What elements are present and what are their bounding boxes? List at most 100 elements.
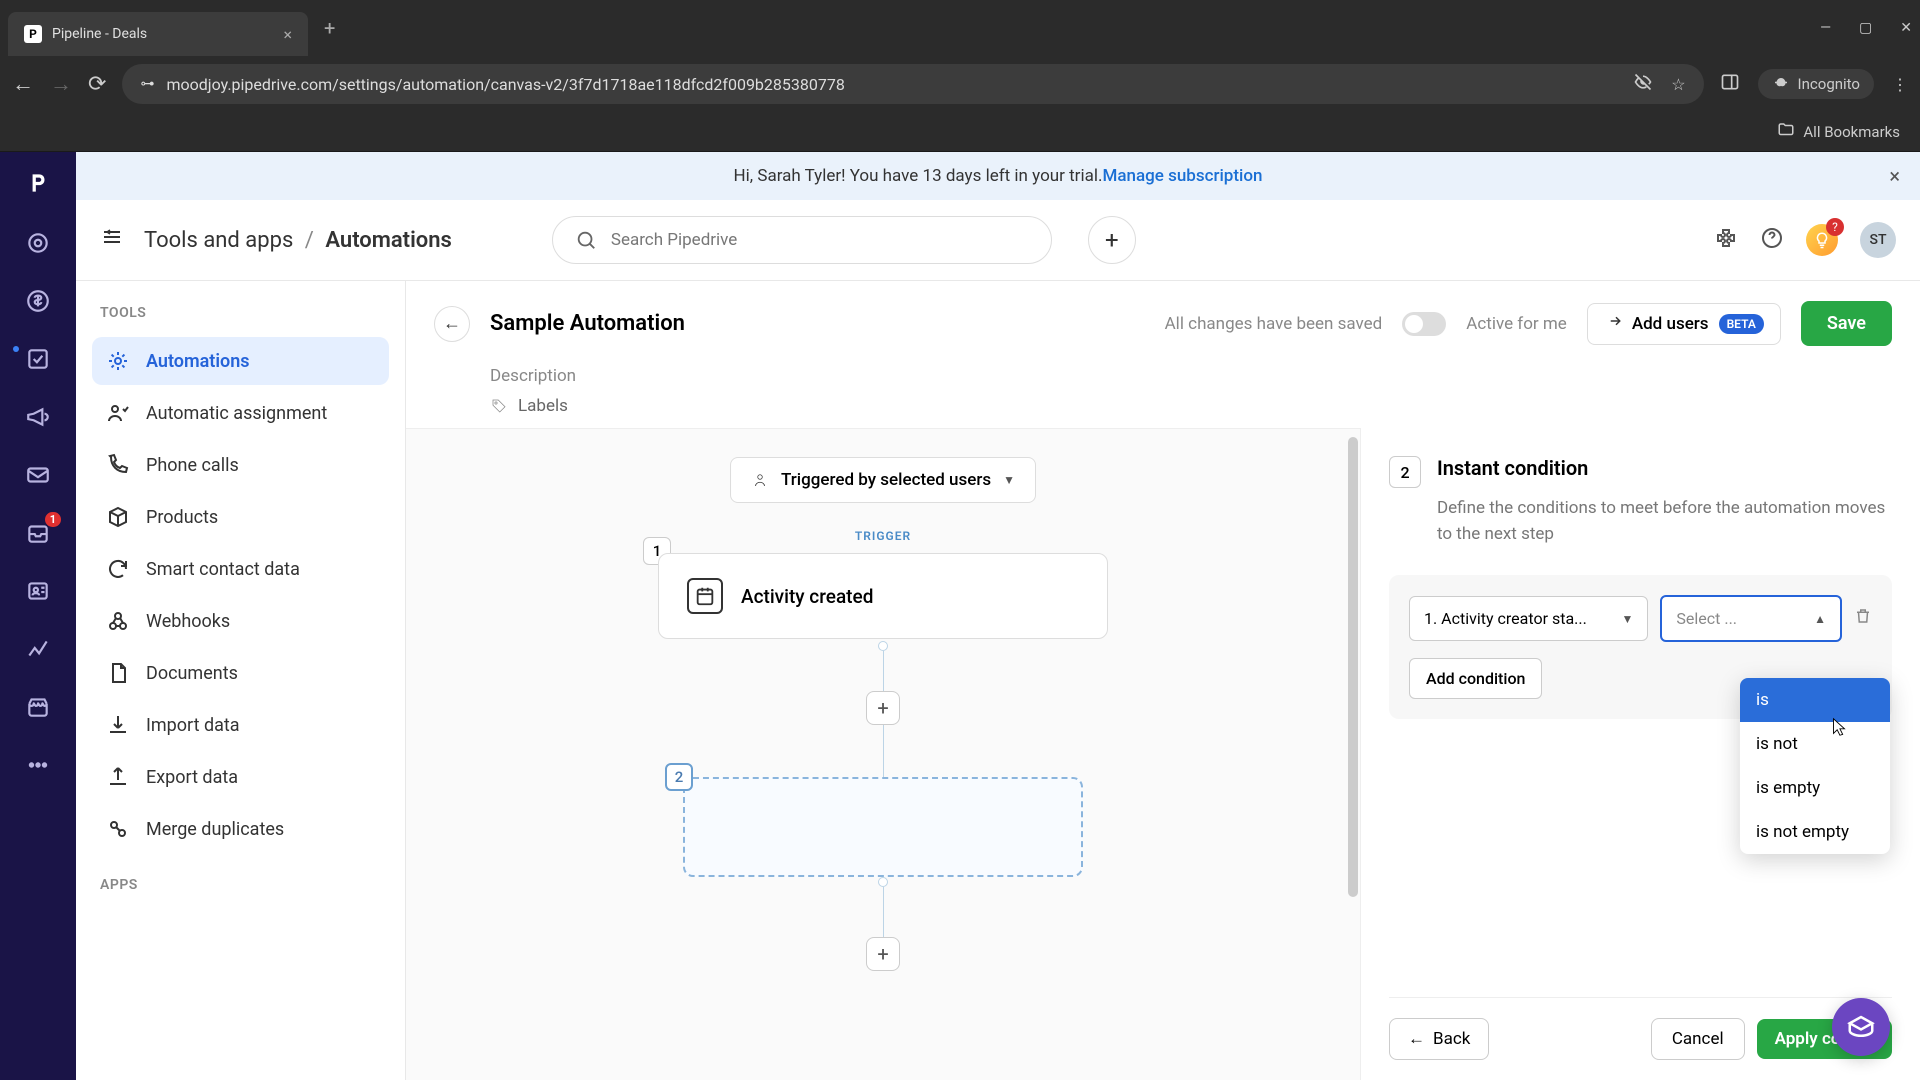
- browser-tab[interactable]: P Pipeline - Deals ×: [8, 12, 308, 56]
- sidebar-item-auto-assignment[interactable]: Automatic assignment: [92, 389, 389, 437]
- incognito-label: Incognito: [1798, 75, 1860, 93]
- site-info-icon[interactable]: ⊶: [140, 76, 154, 92]
- banner-text: Hi, Sarah Tyler! You have 13 days left i…: [734, 166, 1103, 186]
- labels-text: Labels: [518, 396, 568, 416]
- bookmark-star-icon[interactable]: ☆: [1671, 75, 1685, 94]
- maximize-icon[interactable]: ▢: [1859, 20, 1872, 36]
- sidebar-item-products[interactable]: Products: [92, 493, 389, 541]
- extensions-icon[interactable]: [1714, 226, 1738, 254]
- browser-toolbar: ← → ⟳ ⊶ moodjoy.pipedrive.com/settings/a…: [0, 56, 1920, 112]
- all-bookmarks-link[interactable]: All Bookmarks: [1803, 123, 1900, 141]
- tab-title: Pipeline - Deals: [52, 26, 273, 42]
- rail-badge: 1: [45, 512, 61, 527]
- reload-icon[interactable]: ⟳: [88, 72, 106, 97]
- back-icon[interactable]: ←: [12, 71, 34, 97]
- rail-mail-icon[interactable]: [23, 460, 53, 490]
- delete-condition-icon[interactable]: [1854, 607, 1872, 630]
- rail-marketplace-icon[interactable]: [23, 692, 53, 722]
- url-text: moodjoy.pipedrive.com/settings/automatio…: [166, 75, 844, 94]
- panel-back-button[interactable]: ← Back: [1389, 1018, 1489, 1060]
- chevron-down-icon: ▼: [1003, 473, 1015, 487]
- settings-sidebar: TOOLS Automations Automatic assignment P…: [76, 281, 406, 1080]
- close-window-icon[interactable]: ✕: [1900, 20, 1912, 36]
- folder-icon: [1777, 121, 1795, 143]
- browser-menu-icon[interactable]: ⋮: [1892, 75, 1908, 94]
- description-field[interactable]: Description: [490, 366, 1892, 386]
- sidebar-item-merge[interactable]: Merge duplicates: [92, 805, 389, 853]
- active-toggle[interactable]: [1402, 312, 1446, 336]
- add-users-button[interactable]: Add users BETA: [1587, 303, 1781, 345]
- panel-title: Instant condition: [1437, 456, 1588, 488]
- help-icon[interactable]: [1760, 226, 1784, 254]
- save-button[interactable]: Save: [1801, 301, 1892, 346]
- triggered-by-dropdown[interactable]: Triggered by selected users ▼: [730, 457, 1036, 503]
- add-step-button[interactable]: +: [866, 691, 900, 725]
- rail-contacts-icon[interactable]: [23, 576, 53, 606]
- sidebar-item-webhooks[interactable]: Webhooks: [92, 597, 389, 645]
- sidebar-heading-apps: APPS: [92, 877, 389, 893]
- automation-canvas[interactable]: Triggered by selected users ▼ TRIGGER 1 …: [406, 428, 1360, 1080]
- sidebar-item-smart-contact[interactable]: Smart contact data: [92, 545, 389, 593]
- rail-target-icon[interactable]: [23, 228, 53, 258]
- quick-add-button[interactable]: +: [1088, 216, 1136, 264]
- eye-off-icon[interactable]: [1633, 72, 1653, 96]
- search-input[interactable]: Search Pipedrive: [552, 216, 1052, 264]
- breadcrumb-current: Automations: [325, 228, 452, 253]
- rail-dollar-icon[interactable]: [23, 286, 53, 316]
- sidebar-item-label: Phone calls: [146, 455, 239, 476]
- sidebar-item-phone-calls[interactable]: Phone calls: [92, 441, 389, 489]
- sidebar-item-import[interactable]: Import data: [92, 701, 389, 749]
- operator-dropdown: is is not is empty is not empty: [1740, 678, 1890, 854]
- sidebar-item-label: Documents: [146, 663, 238, 684]
- rail-checkbox-icon[interactable]: [23, 344, 53, 374]
- dropdown-option-is-not-empty[interactable]: is not empty: [1740, 810, 1890, 854]
- add-condition-button[interactable]: Add condition: [1409, 658, 1542, 699]
- sidebar-item-documents[interactable]: Documents: [92, 649, 389, 697]
- sidebar-item-export[interactable]: Export data: [92, 753, 389, 801]
- labels-field[interactable]: Labels: [490, 396, 1892, 416]
- trigger-card[interactable]: Activity created: [658, 553, 1108, 639]
- rail-insights-icon[interactable]: [23, 634, 53, 664]
- side-panel-icon[interactable]: [1720, 72, 1740, 96]
- dropdown-option-is-empty[interactable]: is empty: [1740, 766, 1890, 810]
- sidebar-item-label: Automations: [146, 351, 250, 372]
- collapse-sidebar-icon[interactable]: [100, 225, 124, 255]
- nav-rail: 1: [0, 152, 76, 1080]
- rail-inbox-icon[interactable]: 1: [23, 518, 53, 548]
- panel-step-number: 2: [1389, 456, 1421, 488]
- app-logo[interactable]: [21, 166, 55, 200]
- manage-subscription-link[interactable]: Manage subscription: [1102, 166, 1262, 186]
- dropdown-option-is-not[interactable]: is not: [1740, 722, 1890, 766]
- chevron-up-icon: ▲: [1814, 612, 1826, 626]
- condition-field-select[interactable]: 1. Activity creator sta... ▼: [1409, 596, 1648, 641]
- rail-more-icon[interactable]: [23, 750, 53, 780]
- dropdown-option-is[interactable]: is: [1740, 678, 1890, 722]
- step-2-number: 2: [665, 763, 693, 791]
- step-2-placeholder[interactable]: 2: [683, 777, 1083, 877]
- add-step-button[interactable]: +: [866, 937, 900, 971]
- new-tab-button[interactable]: +: [324, 16, 335, 40]
- minimize-icon[interactable]: —: [1820, 20, 1831, 36]
- sidebar-item-label: Products: [146, 507, 218, 528]
- back-button[interactable]: ←: [434, 306, 470, 342]
- bookmarks-bar: All Bookmarks: [0, 112, 1920, 152]
- avatar[interactable]: ST: [1860, 222, 1896, 258]
- rail-megaphone-icon[interactable]: [23, 402, 53, 432]
- tab-close-icon[interactable]: ×: [283, 25, 292, 44]
- sidebar-item-automations[interactable]: Automations: [92, 337, 389, 385]
- panel-description: Define the conditions to meet before the…: [1389, 496, 1892, 547]
- banner-close-icon[interactable]: ×: [1889, 164, 1900, 188]
- academy-fab[interactable]: [1832, 998, 1890, 1056]
- sidebar-heading-tools: TOOLS: [92, 305, 389, 321]
- url-bar[interactable]: ⊶ moodjoy.pipedrive.com/settings/automat…: [122, 64, 1703, 104]
- connector-line: [883, 651, 884, 691]
- condition-operator-select[interactable]: Select ... ▲: [1660, 595, 1842, 642]
- incognito-indicator[interactable]: Incognito: [1758, 69, 1874, 99]
- topbar: Tools and apps / Automations Search Pipe…: [76, 200, 1920, 281]
- connector-line: [883, 887, 884, 937]
- scrollbar[interactable]: [1346, 429, 1360, 1080]
- automation-title[interactable]: Sample Automation: [490, 311, 685, 336]
- cancel-button[interactable]: Cancel: [1651, 1018, 1745, 1060]
- sales-assistant-icon[interactable]: ?: [1806, 224, 1838, 256]
- breadcrumb-parent[interactable]: Tools and apps: [144, 228, 293, 253]
